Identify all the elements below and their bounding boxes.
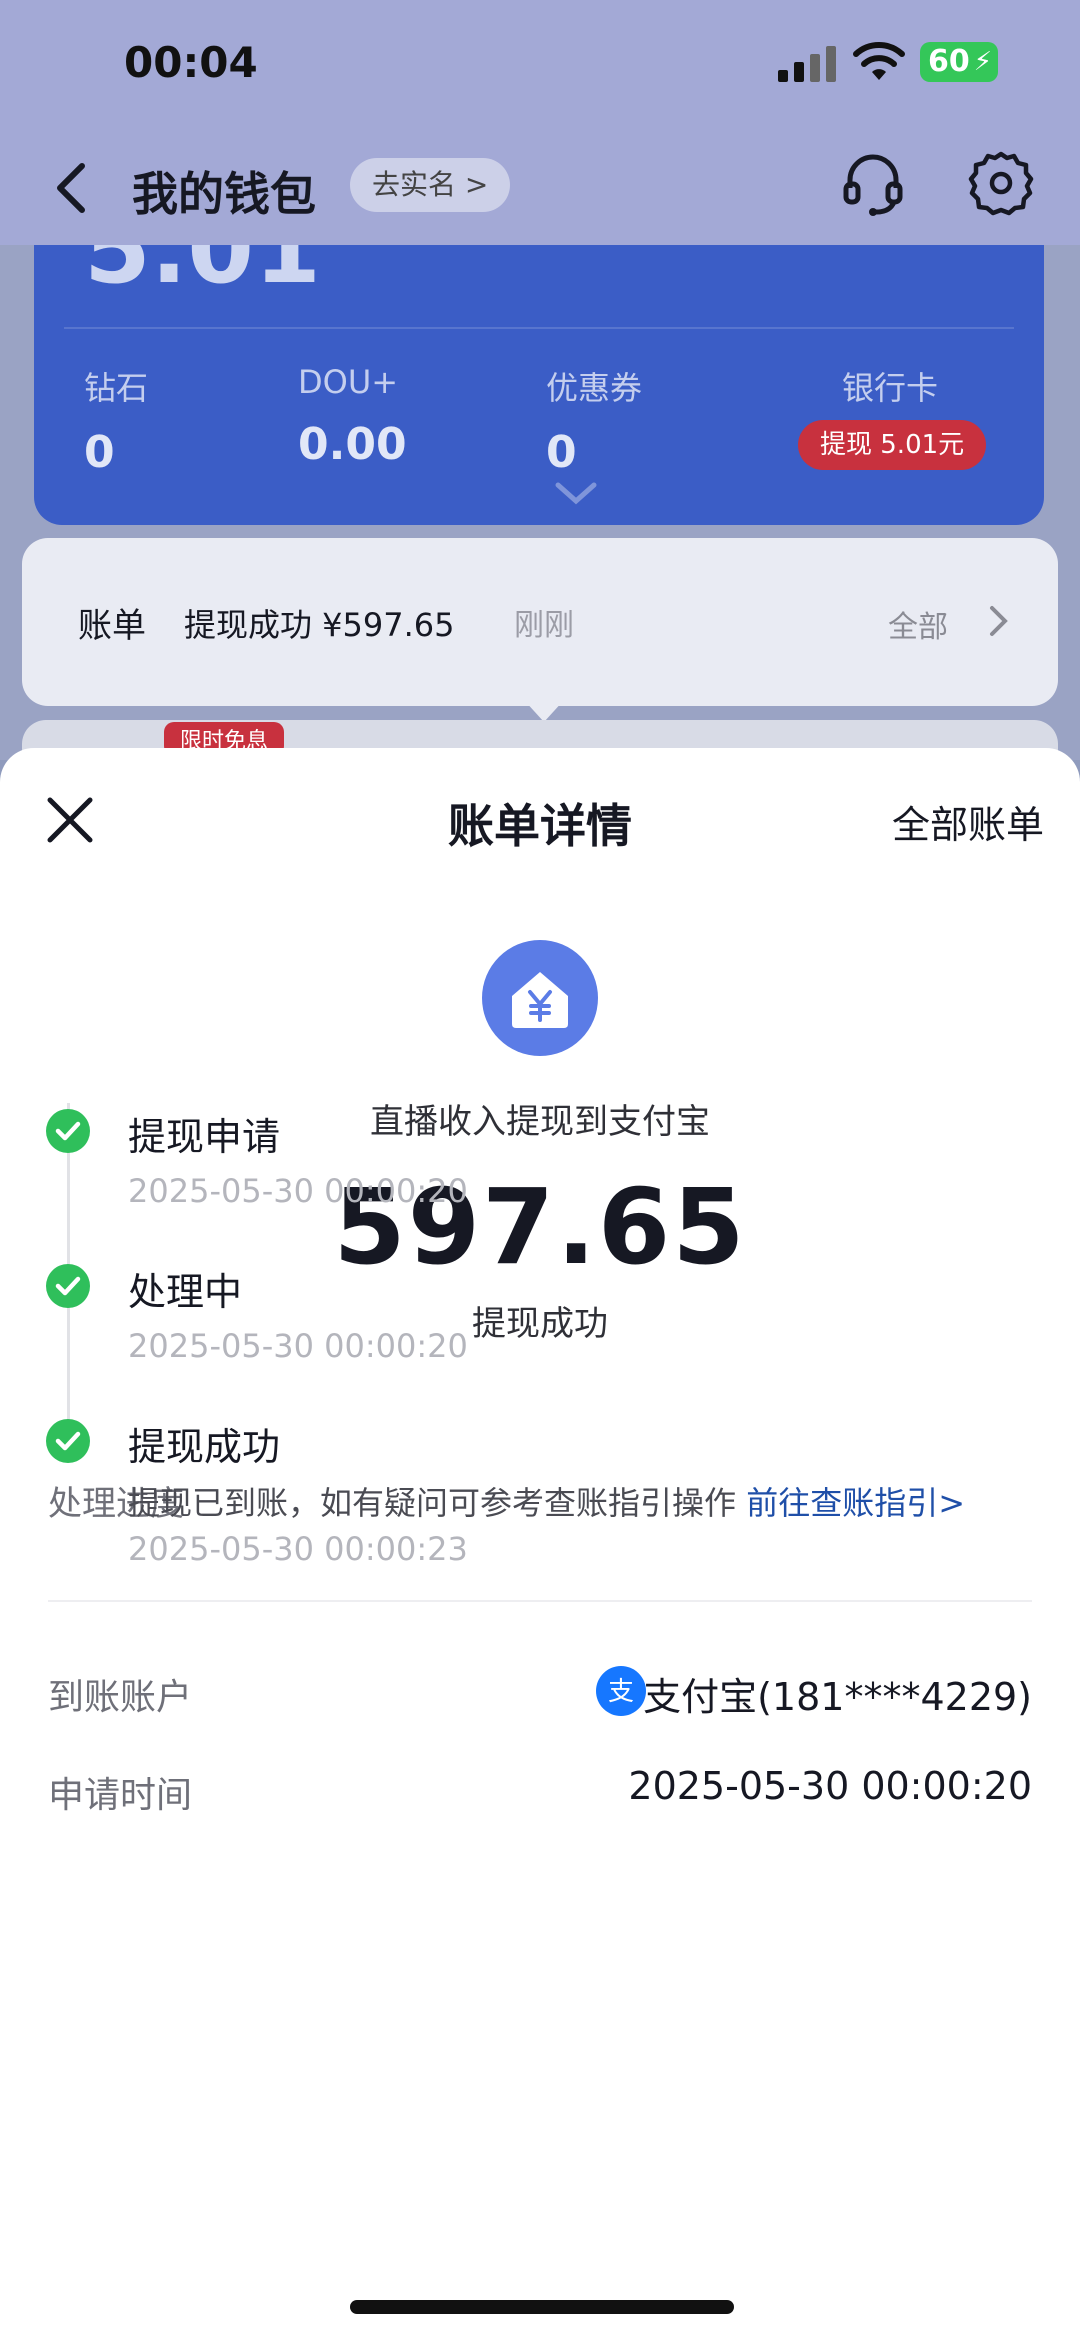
stat-coupon[interactable]: 优惠券 0 [546, 363, 642, 478]
wallet-background: 00:04 60 ⚡ 我的钱包 去实名 > 5.01 钻石 0 DOU+ 0.0… [0, 0, 1080, 780]
alipay-icon: 支 [596, 1666, 646, 1716]
step-time: 2025-05-30 00:00:20 [128, 1172, 468, 1210]
reconcile-guide-link[interactable]: 前往查账指引> [746, 1484, 965, 1522]
all-bills-link[interactable]: 全部账单 [892, 794, 1044, 849]
section-divider [48, 1600, 1032, 1602]
wifi-icon [853, 42, 905, 80]
verify-name-button[interactable]: 去实名 > [350, 158, 511, 212]
chevron-right-icon [990, 606, 1008, 636]
all-bills-button[interactable]: 全部 [888, 602, 948, 646]
svg-text:支: 支 [608, 1677, 634, 1707]
stat-label: 银行卡 [842, 369, 939, 407]
back-arrow-icon[interactable] [50, 160, 94, 216]
step-label: 处理中 [128, 1270, 243, 1314]
stat-label: 钻石 [84, 369, 149, 407]
yen-house-icon [482, 940, 598, 1056]
signal-icon [778, 46, 836, 82]
bill-label: 账单 [78, 606, 146, 646]
stat-diamond[interactable]: 钻石 0 [84, 363, 148, 478]
stat-value: 0 [546, 427, 577, 478]
check-icon [46, 1264, 90, 1308]
step-time: 2025-05-30 00:00:23 [128, 1530, 468, 1568]
bill-time: 刚刚 [514, 608, 574, 643]
gear-icon[interactable] [966, 148, 1036, 218]
stat-label: DOU+ [298, 363, 399, 401]
battery-level: 60 [928, 44, 970, 79]
check-icon [46, 1419, 90, 1463]
step-label: 提现成功 [128, 1425, 281, 1469]
page-title: 我的钱包 [132, 167, 316, 221]
latest-bill-card[interactable]: 账单 提现成功 ¥597.65 刚刚 全部 [22, 538, 1058, 706]
charging-icon: ⚡ [973, 47, 992, 77]
withdraw-button[interactable]: 提现 5.01元 [798, 420, 987, 470]
balance-card: 5.01 钻石 0 DOU+ 0.00 优惠券 0 银行卡 提现 5.01元 [34, 245, 1044, 525]
stat-label: 优惠券 [546, 369, 643, 407]
card-divider [64, 327, 1014, 329]
stat-dou-plus[interactable]: DOU+ 0.00 [298, 363, 407, 470]
headset-icon[interactable] [838, 148, 908, 218]
bill-detail-sheet: 账单详情 全部账单 直播收入提现到支付宝 597.65 提现成功 处理进度 提现… [0, 748, 1080, 2336]
balance-amount: 5.01 [84, 245, 321, 305]
stat-bank-card[interactable]: 银行卡 [842, 363, 938, 409]
step-note: 提现已到账，如有疑问可参考查账指引操作 前往查账指引> [128, 1478, 965, 1524]
battery-indicator: 60 ⚡ [920, 42, 998, 82]
row-label: 申请时间 [48, 1775, 193, 1816]
row-label: 到账账户 [48, 1677, 193, 1718]
home-indicator[interactable] [350, 2300, 734, 2314]
stat-value: 0.00 [298, 419, 407, 470]
step-time: 2025-05-30 00:00:20 [128, 1327, 468, 1365]
stat-value: 0 [84, 427, 115, 478]
check-icon [46, 1109, 90, 1153]
step-label: 提现申请 [128, 1115, 281, 1159]
chevron-down-icon[interactable] [554, 481, 598, 507]
status-time: 00:04 [124, 38, 258, 87]
nav-bar: 我的钱包 去实名 > [0, 130, 1080, 245]
receiving-account: 支付宝(181****4229) [643, 1675, 1032, 1719]
step-note-text: 提现已到账，如有疑问可参考查账指引操作 [128, 1484, 747, 1522]
status-bar: 00:04 60 ⚡ [0, 0, 1080, 130]
apply-time: 2025-05-30 00:00:20 [628, 1764, 1032, 1808]
bill-summary: 提现成功 ¥597.65 [184, 606, 455, 644]
